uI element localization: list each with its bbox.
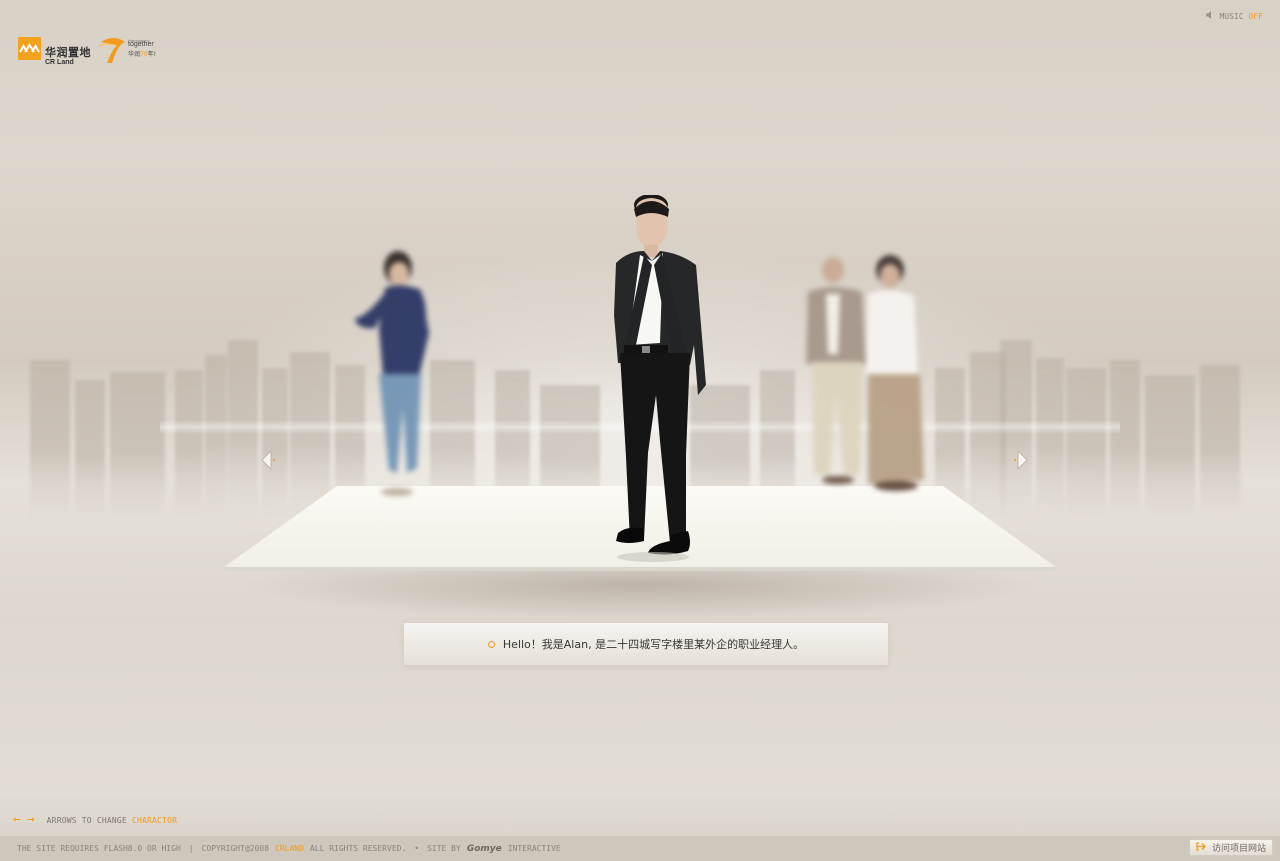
footer-brand-link[interactable]: CRLAND [275, 844, 304, 853]
hint-left-arrow-icon[interactable]: ← [13, 813, 21, 826]
agency-logo-link[interactable]: Gomye [467, 844, 502, 854]
character-couple-blurred[interactable] [800, 254, 935, 499]
music-label: MUSIC [1219, 11, 1244, 21]
crland-logo-icon [18, 37, 41, 60]
anniversary-years: 70 [140, 51, 148, 58]
rights-text: ALL RIGHTS RESERVED. [309, 844, 407, 853]
footer-bullet: • [414, 844, 420, 853]
character-dialog-box: Hello！我是Alan, 是二十四城写字楼里某外企的职业经理人。 [404, 623, 888, 665]
crland-logo[interactable]: 华润置地 CR Land Harmony by together 华润70年! [18, 36, 178, 70]
bullet-circle-icon [487, 640, 495, 648]
hint-label-prefix: ARROWS TO CHANGE [46, 815, 127, 825]
interactive-text: INTERACTIVE [507, 844, 561, 853]
platform-shadow [240, 570, 1040, 620]
hint-label-highlight: CHARACTOR [131, 815, 178, 825]
previous-character-button[interactable] [259, 450, 277, 470]
logo-english-name: CR Land [45, 59, 74, 66]
anniversary-cn-suffix: 年! [147, 51, 157, 58]
navigation-hint: ← → ARROWS TO CHANGE CHARACTOR [13, 813, 177, 826]
chevron-right-icon [1014, 450, 1028, 470]
copyright-text: COPYRIGHT@2008 [201, 844, 270, 853]
anniversary-seven-icon [98, 36, 128, 64]
character-alan[interactable] [608, 195, 712, 567]
visit-project-site-button[interactable]: 访问项目网站 [1188, 839, 1273, 856]
chevron-left-icon [261, 450, 275, 470]
next-character-button[interactable] [1012, 450, 1030, 470]
character-intro-text: Hello！我是Alan, 是二十四城写字楼里某外企的职业经理人。 [502, 638, 805, 651]
music-toggle[interactable]: MUSIC OFF [1206, 11, 1263, 21]
anniversary-together-text: together [128, 41, 154, 48]
hint-right-arrow-icon[interactable]: → [27, 813, 35, 826]
link-arrow-icon [1196, 841, 1208, 854]
anniversary-cn-prefix: 华润 [128, 51, 141, 58]
footer-separator: | [188, 844, 194, 853]
speaker-icon [1206, 11, 1214, 21]
character-woman-blurred[interactable] [345, 248, 440, 503]
footer-bar: THE SITE REQUIRES FLASH8.0 OR HIGH | COP… [0, 836, 1280, 861]
site-by-text: SITE BY [427, 844, 461, 853]
logo-chinese-name: 华润置地 [45, 46, 91, 59]
visit-project-site-label: 访问项目网站 [1211, 844, 1266, 854]
flash-requirement-text: THE SITE REQUIRES FLASH8.0 OR HIGH [17, 844, 181, 853]
anniversary-chinese-text: 华润70年! [128, 49, 156, 58]
music-state: OFF [1248, 11, 1263, 21]
hint-label: ARROWS TO CHANGE CHARACTOR [47, 816, 177, 825]
